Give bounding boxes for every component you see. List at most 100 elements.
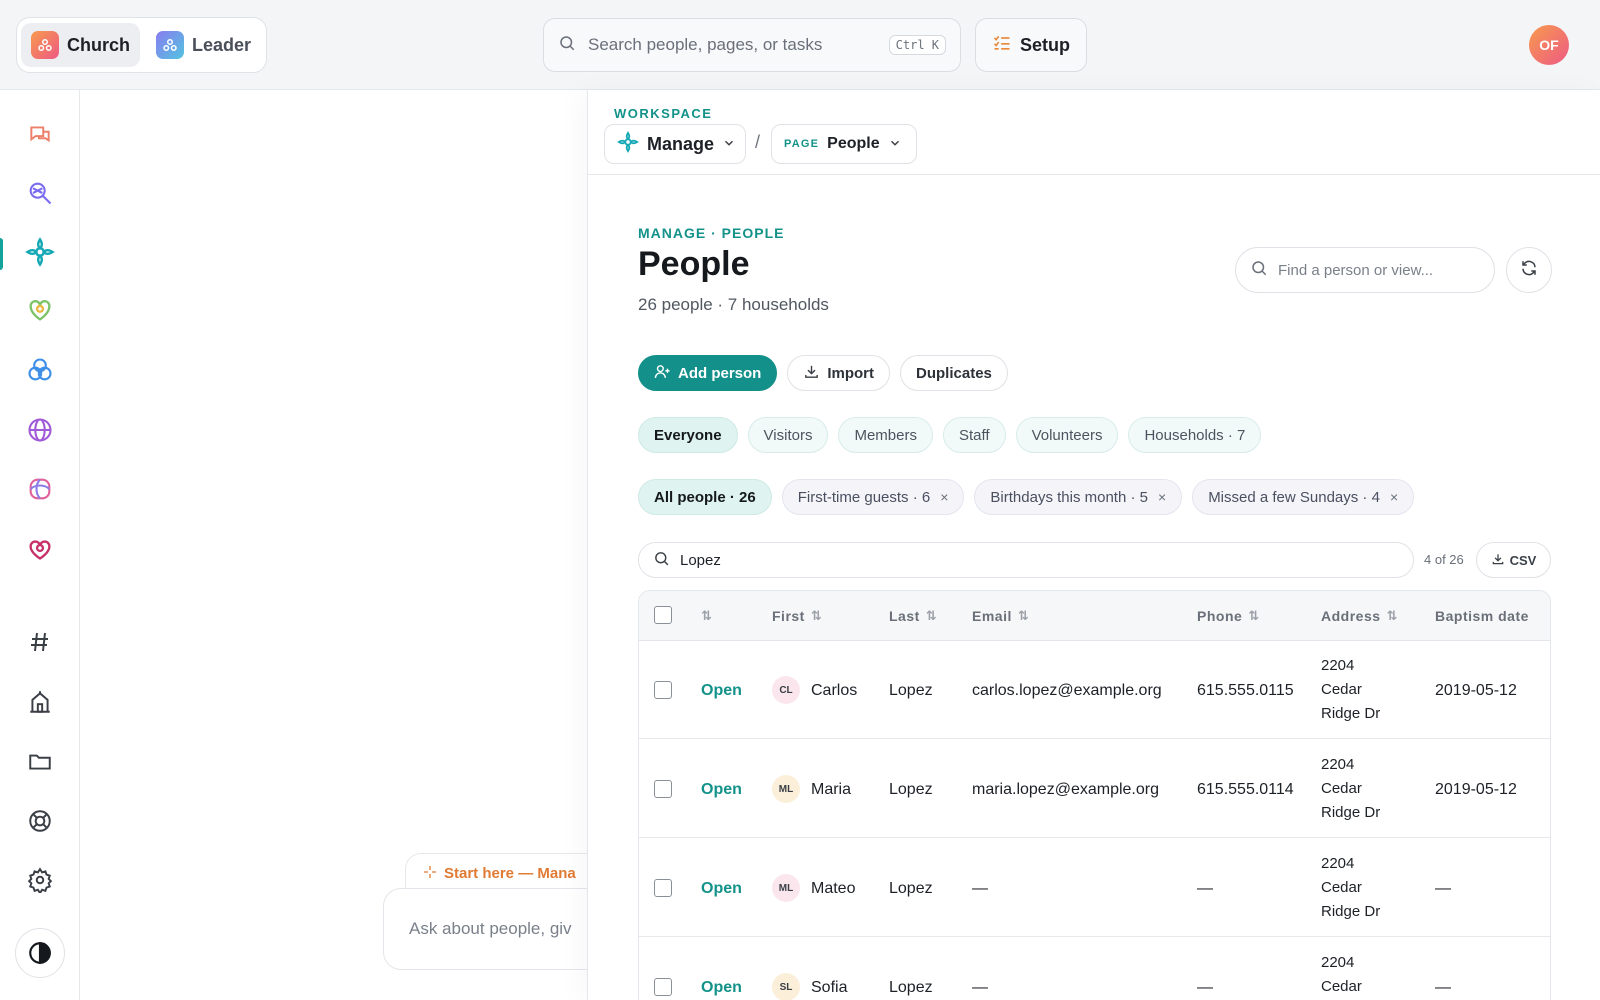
close-icon[interactable]: × xyxy=(940,489,948,505)
row-checkbox[interactable] xyxy=(654,978,672,996)
view-birthdays[interactable]: Birthdays this month · 5 × xyxy=(974,479,1183,515)
table-row: Open CL Carlos Lopez carlos.lopez@exampl… xyxy=(639,641,1550,739)
page-subtitle: 26 people · 7 households xyxy=(638,295,829,314)
workspace-label: WORKSPACE xyxy=(614,106,713,121)
giving-icon[interactable] xyxy=(20,528,60,568)
address: 2204 Cedar xyxy=(1321,951,1362,999)
row-checkbox[interactable] xyxy=(654,879,672,897)
folder-icon[interactable] xyxy=(20,741,60,781)
phone: 615.555.0115 xyxy=(1197,682,1294,699)
care-icon[interactable] xyxy=(20,290,60,330)
email: — xyxy=(972,880,988,897)
table-filter-input[interactable]: Lopez xyxy=(638,542,1414,578)
row-checkbox[interactable] xyxy=(654,780,672,798)
chevron-down-icon xyxy=(888,134,902,155)
page-dropdown[interactable]: PAGE People xyxy=(771,124,917,164)
refresh-icon xyxy=(1520,259,1538,282)
breadcrumb-separator: / xyxy=(755,132,761,152)
segment-visitors[interactable]: Visitors xyxy=(747,417,829,453)
app-tab-church[interactable]: Church xyxy=(21,23,140,67)
search-icon xyxy=(558,34,576,57)
close-icon[interactable]: × xyxy=(1390,489,1398,505)
download-icon xyxy=(1491,552,1505,569)
app-tab-leader[interactable]: Leader xyxy=(146,23,261,67)
address-line: Cedar xyxy=(1321,780,1362,797)
workspace-dropdown[interactable]: Manage xyxy=(604,124,746,164)
segment-everyone[interactable]: Everyone xyxy=(638,417,738,453)
segment-volunteers[interactable]: Volunteers xyxy=(1015,417,1119,453)
segment-filter: Everyone Visitors Members Staff Voluntee… xyxy=(638,417,1262,453)
top-bar: Church Leader Search people, pages, or t… xyxy=(0,0,1600,90)
last-name: Lopez xyxy=(889,682,933,699)
baptism-date: 2019-05-12 xyxy=(1435,682,1517,699)
column-sort-actions[interactable]: ⇅ xyxy=(701,608,712,624)
view-all-people[interactable]: All people · 26 xyxy=(638,479,772,515)
sort-icon: ⇅ xyxy=(1017,608,1030,623)
column-last[interactable]: Last ⇅ xyxy=(889,608,937,624)
setup-button[interactable]: Setup xyxy=(975,18,1087,72)
select-all-checkbox[interactable] xyxy=(654,606,672,624)
avatar: ML xyxy=(772,775,800,803)
people-table: ⇅ First ⇅ Last ⇅ Email ⇅ Phone ⇅ Address… xyxy=(638,590,1551,1000)
help-icon[interactable] xyxy=(20,801,60,841)
add-person-button[interactable]: Add person xyxy=(638,355,778,391)
view-first-time-guests[interactable]: First-time guests · 6 × xyxy=(781,479,965,515)
duplicates-button[interactable]: Duplicates xyxy=(900,355,1008,391)
first-name: Sofia xyxy=(811,979,848,996)
chat-icon[interactable] xyxy=(20,115,60,155)
email: — xyxy=(972,979,988,996)
phone: — xyxy=(1197,880,1213,897)
action-bar: Add person Import Duplicates xyxy=(638,355,1008,391)
address-line: Ridge Dr xyxy=(1321,903,1381,920)
column-email[interactable]: Email ⇅ xyxy=(972,608,1029,624)
global-icon[interactable] xyxy=(20,410,60,450)
search-people-icon[interactable] xyxy=(20,173,60,213)
segment-members[interactable]: Members xyxy=(838,417,933,453)
import-button[interactable]: Import xyxy=(787,355,891,391)
theme-toggle-icon[interactable] xyxy=(15,928,65,978)
groups-icon[interactable] xyxy=(20,350,60,390)
baptism-date: 2019-05-12 xyxy=(1435,781,1517,798)
chat-start-tab[interactable]: Start here — Mana xyxy=(405,853,587,893)
refresh-button[interactable] xyxy=(1506,247,1552,293)
open-link[interactable]: Open xyxy=(701,979,742,997)
gear-icon[interactable] xyxy=(20,860,60,900)
row-checkbox[interactable] xyxy=(654,681,672,699)
segment-households[interactable]: Households · 7 xyxy=(1128,417,1262,453)
column-baptism-date[interactable]: Baptism date xyxy=(1435,608,1529,624)
csv-export-button[interactable]: CSV xyxy=(1476,542,1551,578)
column-label: Phone xyxy=(1197,608,1243,624)
close-icon[interactable]: × xyxy=(1158,489,1166,505)
avatar: CL xyxy=(772,676,800,704)
column-first[interactable]: First ⇅ xyxy=(772,608,822,624)
media-icon[interactable] xyxy=(20,469,60,509)
first-name: Carlos xyxy=(811,682,858,699)
find-person-input[interactable]: Find a person or view... xyxy=(1235,247,1495,293)
address: 2204 Cedar Ridge Dr xyxy=(1321,852,1380,924)
address-line: Cedar xyxy=(1321,681,1362,698)
sort-icon: ⇅ xyxy=(1386,608,1398,623)
filter-value: Lopez xyxy=(680,551,721,569)
baptism-date: — xyxy=(1435,979,1451,996)
last-name: Lopez xyxy=(889,880,933,897)
chat-input[interactable]: Ask about people, giv xyxy=(383,888,587,970)
manage-icon[interactable] xyxy=(20,232,60,272)
view-missed-sundays[interactable]: Missed a few Sundays · 4 × xyxy=(1192,479,1415,515)
open-link[interactable]: Open xyxy=(701,880,742,898)
hashtag-icon[interactable] xyxy=(20,622,60,662)
global-search[interactable]: Search people, pages, or tasks Ctrl K xyxy=(543,18,961,72)
open-link[interactable]: Open xyxy=(701,781,742,799)
column-label: Baptism date xyxy=(1435,608,1529,624)
table-row: Open SL Sofia Lopez — — 2204 Cedar — xyxy=(639,938,1550,1000)
user-avatar[interactable]: OF xyxy=(1529,25,1569,65)
open-link[interactable]: Open xyxy=(701,682,742,700)
column-phone[interactable]: Phone ⇅ xyxy=(1197,608,1260,624)
column-address[interactable]: Address ⇅ xyxy=(1321,608,1398,624)
search-icon xyxy=(1250,259,1268,281)
first-name: Mateo xyxy=(811,880,856,897)
find-placeholder: Find a person or view... xyxy=(1278,261,1434,279)
building-icon[interactable] xyxy=(20,682,60,722)
page-name: People xyxy=(827,135,880,152)
address: 2204 Cedar Ridge Dr xyxy=(1321,753,1380,825)
segment-staff[interactable]: Staff xyxy=(942,417,1006,453)
